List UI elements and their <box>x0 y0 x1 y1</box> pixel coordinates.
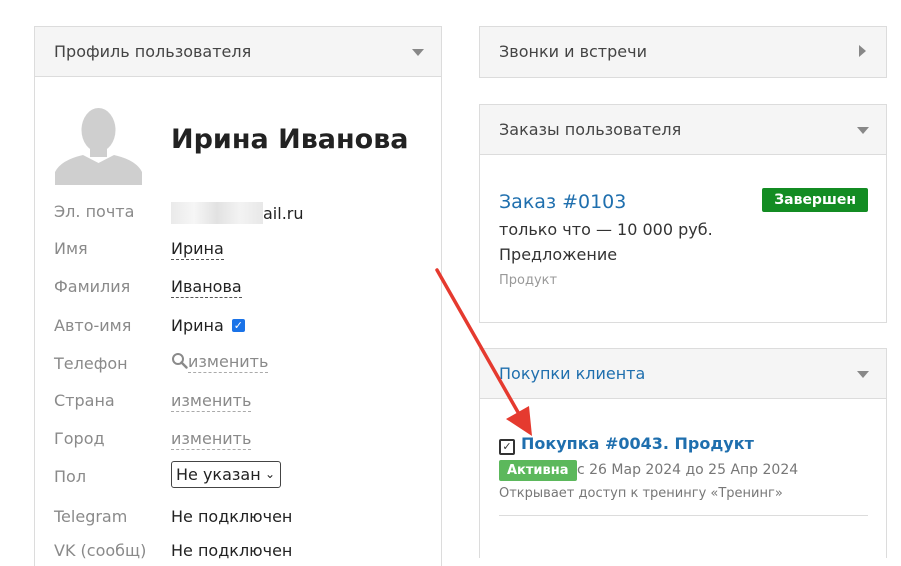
calls-panel-title: Звонки и встречи <box>499 42 647 61</box>
phone-change-link[interactable]: изменить <box>188 352 269 373</box>
purchases-panel-title: Покупки клиента <box>499 364 646 383</box>
city-change-link[interactable]: изменить <box>171 429 252 450</box>
search-icon[interactable] <box>171 352 188 369</box>
first-name-field[interactable]: Ирина <box>171 239 224 260</box>
user-full-name: Ирина Иванова <box>171 124 409 155</box>
purchase-dates: с 26 Мар 2024 до 25 Апр 2024 <box>577 462 799 478</box>
order-time-sum: только что — 10 000 руб. <box>499 220 713 239</box>
vk-label: VK (сообщ) <box>54 541 147 560</box>
email-redacted-blur <box>171 202 263 224</box>
purchase-description: Открывает доступ к тренингу «Тренинг» <box>499 486 783 501</box>
calls-panel: Звонки и встречи <box>479 26 887 78</box>
last-name-label: Фамилия <box>54 277 131 296</box>
gender-select[interactable]: Не указан ⌄ <box>171 461 281 488</box>
auto-name-value: Ирина <box>171 316 224 335</box>
chevron-right-icon[interactable] <box>859 45 866 57</box>
purchases-panel: Покупки клиента ✓ Покупка #0043. Продукт … <box>479 348 887 558</box>
orders-panel-header[interactable]: Заказы пользователя <box>480 105 886 155</box>
telegram-label: Telegram <box>54 507 128 526</box>
order-product-type: Продукт <box>499 273 558 288</box>
profile-panel-title: Профиль пользователя <box>54 42 252 61</box>
profile-panel: Профиль пользователя Ирина Иванова Эл. п… <box>34 26 442 566</box>
country-change-link[interactable]: изменить <box>171 391 252 412</box>
auto-name-checkbox[interactable]: ✓ <box>231 319 245 332</box>
purchase-link[interactable]: ✓ Покупка #0043. Продукт <box>499 434 754 455</box>
email-value: ail.ru <box>171 202 304 224</box>
purchases-panel-header[interactable]: Покупки клиента <box>480 349 886 399</box>
email-visible-part: ail.ru <box>263 204 304 223</box>
email-label: Эл. почта <box>54 202 135 221</box>
order-link[interactable]: Заказ #0103 <box>499 191 626 213</box>
gender-selected-value: Не указан <box>176 465 261 484</box>
order-status-badge: Завершен <box>762 188 868 212</box>
calls-panel-header[interactable]: Звонки и встречи <box>480 27 886 77</box>
first-name-label: Имя <box>54 239 88 258</box>
city-label: Город <box>54 429 105 448</box>
orders-panel: Заказы пользователя Заказ #0103 Завершен… <box>479 104 887 323</box>
check-square-icon: ✓ <box>499 439 515 455</box>
gender-label: Пол <box>54 467 87 486</box>
order-stage: Предложение <box>499 245 618 264</box>
chevron-down-icon[interactable] <box>857 371 869 378</box>
purchase-title-text: Покупка #0043. Продукт <box>521 434 754 453</box>
chevron-down-icon: ⌄ <box>264 467 275 481</box>
country-label: Страна <box>54 391 115 410</box>
chevron-down-icon[interactable] <box>412 49 424 56</box>
vk-value: Не подключен <box>171 541 293 560</box>
telegram-value: Не подключен <box>171 507 293 526</box>
purchase-status-badge: Активна <box>499 460 577 481</box>
last-name-field[interactable]: Иванова <box>171 277 242 298</box>
avatar-placeholder-icon <box>55 100 142 185</box>
phone-label: Телефон <box>54 354 128 373</box>
profile-panel-header[interactable]: Профиль пользователя <box>35 27 441 77</box>
orders-panel-title: Заказы пользователя <box>499 120 682 139</box>
chevron-down-icon[interactable] <box>857 127 869 134</box>
divider <box>499 515 868 516</box>
auto-name-label: Авто-имя <box>54 316 132 335</box>
